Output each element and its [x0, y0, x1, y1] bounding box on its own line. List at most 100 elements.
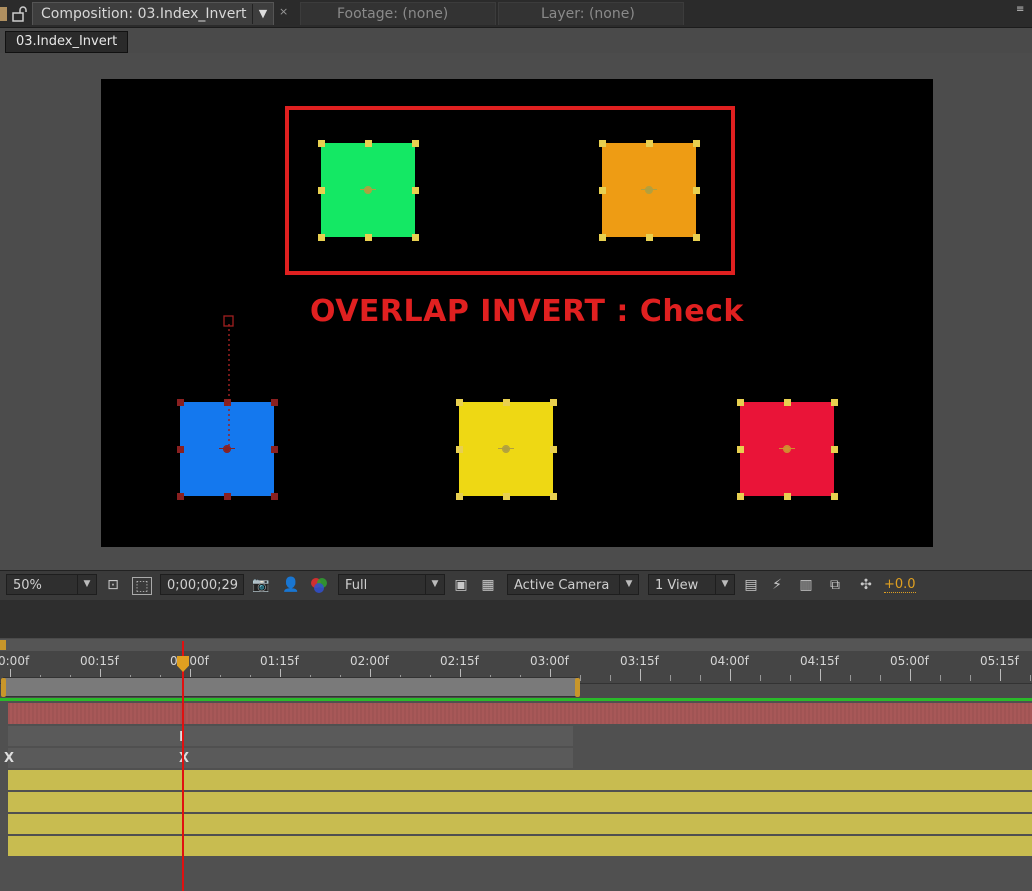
ruler-label: 00:15f	[80, 654, 119, 668]
work-area-start-handle[interactable]	[1, 678, 6, 697]
work-area-end-handle[interactable]	[575, 678, 580, 697]
panel-menu-icon[interactable]	[0, 7, 7, 21]
current-time-indicator[interactable]	[182, 641, 184, 891]
flowchart-icon[interactable]: ⧉	[825, 575, 845, 595]
tab-menu-chevron-icon[interactable]: ▼	[252, 4, 273, 24]
anchor-point-icon[interactable]	[779, 445, 795, 453]
transform-handle[interactable]	[271, 446, 278, 453]
track-layer-3[interactable]	[8, 814, 1032, 834]
time-navigator-bar[interactable]	[0, 639, 1032, 651]
transform-handle[interactable]	[412, 140, 419, 147]
transform-handle[interactable]	[456, 399, 463, 406]
transform-handle[interactable]	[599, 187, 606, 194]
transform-handle[interactable]	[456, 493, 463, 500]
tab-composition[interactable]: Composition: 03.Index_Invert ▼	[32, 2, 274, 25]
keyframe-marker-2[interactable]: X	[4, 752, 14, 766]
region-of-interest-icon[interactable]: ⊡	[103, 575, 123, 595]
tab-footage[interactable]: Footage: (none)	[300, 2, 496, 25]
layer-yellow-square[interactable]	[456, 399, 557, 500]
time-navigator-start-handle[interactable]	[0, 640, 6, 650]
ruler-label: 01:00f	[170, 654, 209, 668]
transform-handle[interactable]	[646, 140, 653, 147]
ruler-minor-tick	[760, 675, 761, 681]
transform-handle[interactable]	[456, 446, 463, 453]
transform-handle[interactable]	[224, 493, 231, 500]
transform-handle[interactable]	[646, 234, 653, 241]
anchor-point-icon[interactable]	[360, 186, 376, 194]
fast-preview-lightning-icon[interactable]: ⚡	[767, 575, 787, 595]
track-empty-1[interactable]	[8, 726, 573, 746]
transform-handle[interactable]	[784, 399, 791, 406]
transform-handle[interactable]	[737, 493, 744, 500]
ruler-label: 04:15f	[800, 654, 839, 668]
transform-handle[interactable]	[831, 493, 838, 500]
transform-handle[interactable]	[693, 234, 700, 241]
track-layer-1[interactable]	[8, 770, 1032, 790]
chevron-down-icon: ▼	[425, 575, 444, 594]
transform-handle[interactable]	[550, 446, 557, 453]
transparency-grid-toggle-icon[interactable]: ⬚	[132, 577, 152, 595]
track-adjustment-layer[interactable]	[8, 703, 1032, 724]
transform-handle[interactable]	[177, 446, 184, 453]
motion-path[interactable]	[220, 312, 240, 452]
toggle-pixel-aspect-icon[interactable]: ▤	[741, 575, 761, 595]
transform-handle[interactable]	[503, 399, 510, 406]
ruler-minor-tick	[1030, 675, 1031, 681]
transform-handle[interactable]	[693, 140, 700, 147]
panel-options-icon[interactable]: ≡	[1016, 3, 1030, 17]
transform-handle[interactable]	[737, 399, 744, 406]
timeline-icon[interactable]: ▥	[796, 575, 816, 595]
transform-handle[interactable]	[784, 493, 791, 500]
tab-layer[interactable]: Layer: (none)	[498, 2, 684, 25]
transform-handle[interactable]	[599, 140, 606, 147]
transform-handle[interactable]	[365, 140, 372, 147]
layer-orange-square[interactable]	[599, 140, 700, 241]
transform-handle[interactable]	[412, 234, 419, 241]
color-channels-icon[interactable]	[309, 575, 329, 595]
anchor-point-icon[interactable]	[498, 445, 514, 453]
view-layout-dropdown[interactable]: 1 View ▼	[648, 574, 735, 595]
keyframe-marker-3[interactable]: X	[179, 752, 189, 766]
transform-handle[interactable]	[412, 187, 419, 194]
transform-handle[interactable]	[599, 234, 606, 241]
zoom-dropdown[interactable]: 50% ▼	[6, 574, 97, 595]
transform-handle[interactable]	[177, 399, 184, 406]
snapshot-camera-icon[interactable]: 📷	[251, 575, 271, 595]
transform-handle[interactable]	[693, 187, 700, 194]
anchor-point-icon[interactable]	[641, 186, 657, 194]
transform-handle[interactable]	[831, 399, 838, 406]
transform-handle[interactable]	[318, 140, 325, 147]
toggle-transparency-grid-icon[interactable]: ▦	[478, 575, 498, 595]
transform-handle[interactable]	[550, 493, 557, 500]
lock-icon[interactable]	[11, 6, 27, 22]
transform-handle[interactable]	[550, 399, 557, 406]
layer-green-square[interactable]	[318, 140, 419, 241]
ruler-minor-tick	[580, 675, 581, 681]
ruler-tick	[640, 669, 641, 681]
track-empty-2[interactable]	[8, 748, 573, 768]
transform-handle[interactable]	[503, 493, 510, 500]
close-tab-icon[interactable]: ×	[279, 5, 291, 19]
transform-handle[interactable]	[271, 493, 278, 500]
camera-dropdown[interactable]: Active Camera ▼	[507, 574, 639, 595]
transform-handle[interactable]	[177, 493, 184, 500]
transform-handle[interactable]	[318, 234, 325, 241]
track-layer-4[interactable]	[8, 836, 1032, 856]
show-snapshot-icon[interactable]: 👤	[281, 575, 301, 595]
comp-subtab[interactable]: 03.Index_Invert	[5, 31, 129, 53]
transform-handle[interactable]	[737, 446, 744, 453]
layer-red-square[interactable]	[737, 399, 838, 500]
resolution-dropdown[interactable]: Full ▼	[338, 574, 445, 595]
transform-handle[interactable]	[271, 399, 278, 406]
ruler-tick	[730, 669, 731, 681]
transform-handle[interactable]	[831, 446, 838, 453]
tab-composition-label: Composition: 03.Index_Invert	[41, 6, 247, 22]
exposure-value[interactable]: +0.0	[884, 577, 916, 593]
track-layer-2[interactable]	[8, 792, 1032, 812]
fast-previews-icon[interactable]: ▣	[451, 575, 471, 595]
transform-handle[interactable]	[365, 234, 372, 241]
work-area-bar[interactable]	[3, 677, 578, 697]
timecode-display[interactable]: 0;00;00;29	[160, 574, 244, 595]
reset-exposure-icon[interactable]: ✣	[856, 575, 876, 595]
transform-handle[interactable]	[318, 187, 325, 194]
